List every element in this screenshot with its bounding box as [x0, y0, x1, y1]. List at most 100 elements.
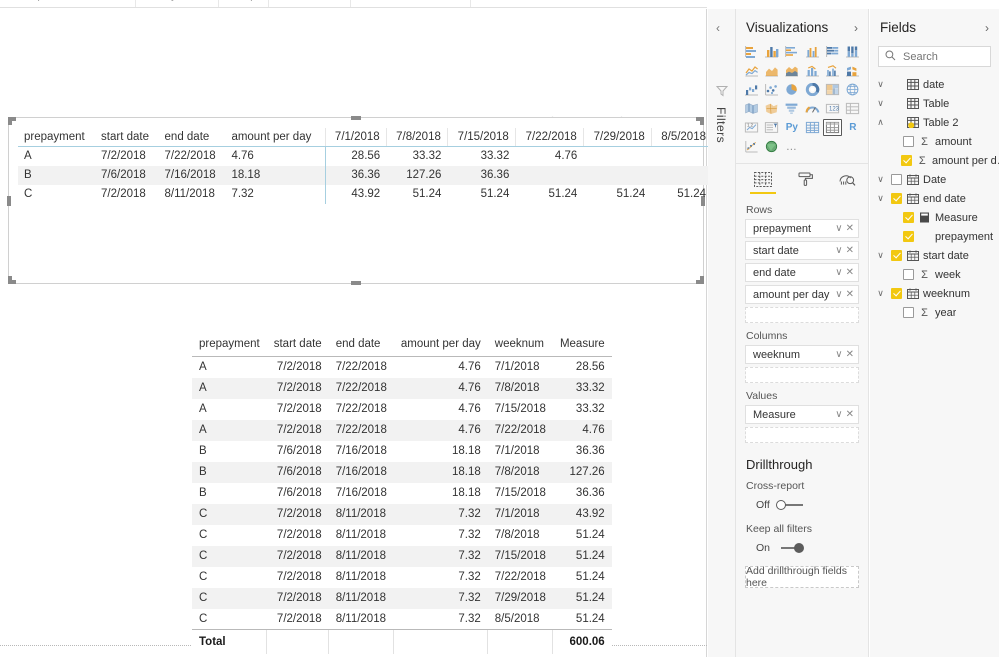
100-stacked-column-chart-icon[interactable] — [844, 43, 862, 60]
detail-table[interactable]: prepayment start date end date amount pe… — [192, 336, 612, 654]
matrix-table[interactable]: prepayment start date end date amount pe… — [18, 128, 712, 204]
table-col-header-start-date[interactable]: start date — [266, 336, 329, 357]
chevron-down-icon[interactable]: ∨ — [874, 174, 887, 185]
field-row[interactable]: ∨ Table — [870, 94, 999, 113]
matrix-col-header-week-4[interactable]: 7/22/2018 — [514, 128, 584, 147]
visualization-type-gallery[interactable]: 123 1.2 Py R … — [736, 43, 868, 159]
matrix-col-header-start-date[interactable]: start date — [95, 128, 159, 147]
cross-report-toggle[interactable] — [775, 500, 804, 510]
python-visual-icon[interactable]: Py — [783, 119, 801, 136]
100-stacked-bar-chart-icon[interactable] — [823, 43, 841, 60]
field-checkbox[interactable] — [903, 231, 914, 242]
field-checkbox[interactable] — [891, 250, 902, 261]
resize-handle-top-right[interactable] — [695, 117, 704, 126]
table-row[interactable]: A 7/2/2018 7/22/2018 4.76 7/15/2018 33.32 — [192, 399, 612, 420]
field-row[interactable]: ∨ Σyear — [870, 303, 999, 322]
pie-chart-icon[interactable] — [783, 81, 801, 98]
get-more-visuals-icon[interactable]: … — [783, 138, 801, 155]
field-row[interactable]: ∧ Table 2 — [870, 113, 999, 132]
matrix-row[interactable]: B 7/6/2018 7/16/2018 18.18 36.36 127.26 … — [18, 165, 712, 185]
waterfall-chart-icon[interactable] — [742, 81, 760, 98]
chevron-down-icon[interactable]: ∨ — [835, 349, 842, 360]
matrix-row[interactable]: C 7/2/2018 8/11/2018 7.32 43.92 51.24 51… — [18, 184, 712, 204]
fields-pane[interactable]: Fields › ∨ date ∨ Table ∧ Table 2 ∨ Σamount ∨ Σam… — [870, 9, 999, 657]
field-wells[interactable]: Rows prepayment ∨ ✕ start date ∨ ✕ end date ∨ ✕ am… — [736, 197, 868, 443]
remove-field-icon[interactable]: ✕ — [846, 289, 854, 300]
funnel-chart-icon[interactable] — [783, 100, 801, 117]
collapse-visualizations-chevron-icon[interactable]: › — [854, 21, 858, 35]
remove-field-icon[interactable]: ✕ — [846, 409, 854, 420]
matrix-col-header-week-6[interactable]: 8/5/2018 — [650, 128, 712, 147]
field-row[interactable]: ∨ Σamount — [870, 132, 999, 151]
chevron-down-icon[interactable]: ∨ — [835, 267, 842, 278]
fields-tree[interactable]: ∨ date ∨ Table ∧ Table 2 ∨ Σamount ∨ Σamount per … — [870, 75, 999, 322]
well-empty-slot[interactable] — [745, 427, 859, 443]
table-col-header-end-date[interactable]: end date — [328, 336, 394, 357]
chevron-down-icon[interactable]: ∨ — [835, 223, 842, 234]
field-checkbox[interactable] — [903, 307, 914, 318]
table-row[interactable]: A 7/2/2018 7/22/2018 4.76 7/8/2018 33.32 — [192, 377, 612, 399]
keep-all-filters-toggle[interactable] — [776, 543, 805, 553]
table-row[interactable]: C 7/2/2018 8/11/2018 7.32 7/29/2018 51.24 — [192, 587, 612, 609]
line-clustered-column-chart-icon[interactable] — [823, 62, 841, 79]
treemap-icon[interactable] — [823, 81, 841, 98]
table-row[interactable]: C 7/2/2018 8/11/2018 7.32 8/5/2018 51.24 — [192, 609, 612, 630]
field-row[interactable]: ∨ Measure — [870, 208, 999, 227]
remove-field-icon[interactable]: ✕ — [846, 349, 854, 360]
remove-field-icon[interactable]: ✕ — [846, 223, 854, 234]
multi-row-card-icon[interactable] — [844, 100, 862, 117]
table-row[interactable]: B 7/6/2018 7/16/2018 18.18 7/8/2018 127.26 — [192, 461, 612, 483]
fields-search-input[interactable] — [901, 49, 984, 64]
line-stacked-column-chart-icon[interactable] — [803, 62, 821, 79]
table-row[interactable]: B 7/6/2018 7/16/2018 18.18 7/1/2018 36.36 — [192, 441, 612, 462]
format-tab[interactable] — [792, 172, 818, 197]
table-col-header-amount-per-day[interactable]: amount per day — [393, 336, 488, 357]
resize-handle-bottom-left[interactable] — [8, 275, 17, 284]
shape-map-icon[interactable] — [762, 100, 780, 117]
filled-map-icon[interactable] — [742, 100, 760, 117]
table-row[interactable]: B 7/6/2018 7/16/2018 18.18 7/15/2018 36.36 — [192, 483, 612, 504]
field-checkbox[interactable] — [891, 288, 902, 299]
line-chart-icon[interactable] — [742, 62, 760, 79]
chevron-down-icon[interactable]: ∨ — [835, 245, 842, 256]
field-row[interactable]: ∨ prepayment — [870, 227, 999, 246]
card-icon[interactable]: 123 — [823, 100, 841, 117]
resize-handle-top-center[interactable] — [351, 116, 361, 120]
expand-filters-chevron-icon[interactable]: ‹ — [716, 21, 720, 35]
matrix-icon[interactable] — [823, 119, 842, 136]
matrix-row[interactable]: A 7/2/2018 7/22/2018 4.76 28.56 33.32 33… — [18, 146, 712, 166]
kpi-icon[interactable]: 1.2 — [742, 119, 760, 136]
remove-field-icon[interactable]: ✕ — [846, 267, 854, 278]
chevron-down-icon[interactable]: ∨ — [874, 288, 887, 299]
matrix-col-header-week-1[interactable]: 7/1/2018 — [324, 128, 387, 147]
matrix-col-header-week-5[interactable]: 7/29/2018 — [582, 128, 652, 147]
field-row[interactable]: ∨ Σamount per d… — [870, 151, 999, 170]
ribbon-chart-icon[interactable] — [844, 62, 862, 79]
key-influencers-icon[interactable] — [742, 138, 760, 155]
visualizations-pane[interactable]: Visualizations › 123 1.2 Py R… Rows prep… — [736, 9, 869, 657]
table-row[interactable]: C 7/2/2018 8/11/2018 7.32 7/8/2018 51.24 — [192, 525, 612, 546]
chevron-down-icon[interactable]: ∨ — [874, 250, 887, 261]
chevron-up-icon[interactable]: ∧ — [874, 117, 887, 128]
chevron-down-icon[interactable]: ∨ — [874, 193, 887, 204]
stacked-column-chart-icon[interactable] — [762, 43, 780, 60]
matrix-col-header-week-2[interactable]: 7/8/2018 — [385, 128, 448, 147]
r-script-visual-icon[interactable]: R — [844, 119, 862, 136]
chevron-down-icon[interactable]: ∨ — [874, 79, 887, 90]
table-row[interactable]: C 7/2/2018 8/11/2018 7.32 7/1/2018 43.92 — [192, 503, 612, 525]
well-empty-slot[interactable] — [745, 307, 859, 323]
matrix-col-header-week-3[interactable]: 7/15/2018 — [446, 128, 516, 147]
collapse-fields-chevron-icon[interactable]: › — [985, 21, 989, 35]
stacked-area-chart-icon[interactable] — [783, 62, 801, 79]
field-row[interactable]: ∨ Date — [870, 170, 999, 189]
table-col-header-weeknum[interactable]: weeknum — [487, 336, 553, 357]
matrix-col-header-prepayment[interactable]: prepayment — [18, 128, 96, 147]
field-row[interactable]: ∨ Σweek — [870, 265, 999, 284]
resize-handle-top-left[interactable] — [8, 117, 17, 126]
field-checkbox[interactable] — [903, 212, 914, 223]
table-icon[interactable] — [803, 119, 821, 136]
arcgis-map-icon[interactable] — [762, 138, 780, 155]
chevron-down-icon[interactable]: ∨ — [835, 289, 842, 300]
fields-tab[interactable] — [750, 172, 776, 197]
donut-chart-icon[interactable] — [803, 81, 821, 98]
